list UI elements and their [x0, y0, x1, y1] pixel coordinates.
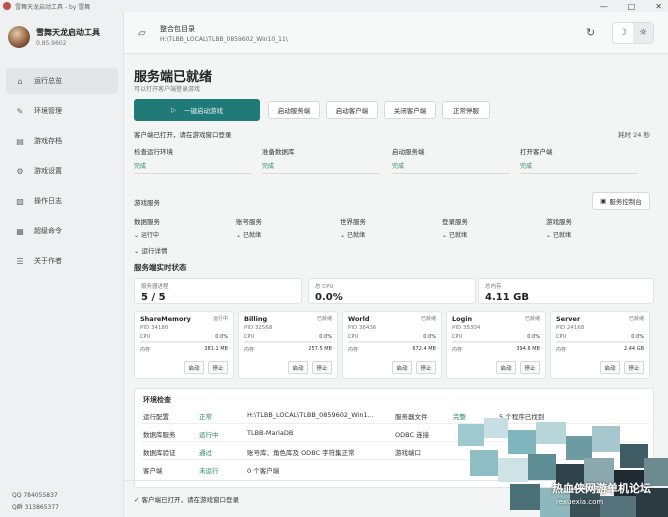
- sidebar-item-overview[interactable]: ⌂ 运行总览: [6, 68, 118, 94]
- menu-icon: ☰: [16, 256, 24, 266]
- status-title: 服务端已就绪: [134, 70, 213, 85]
- sidebar-item-saves[interactable]: ▤ 游戏存档: [6, 128, 118, 154]
- start-process-button[interactable]: 启动: [600, 361, 620, 374]
- console-icon: ▣: [600, 197, 607, 205]
- process-card-sharememory: ShareMemory 运行中 PID 34180 CPU 0.0% 内存 381.1…: [134, 311, 234, 379]
- close-button[interactable]: ✕: [655, 2, 662, 11]
- qq-group: Q群 313865377: [12, 504, 59, 511]
- sidebar-item-commands[interactable]: ▦ 超级命令: [6, 218, 118, 244]
- close-client-button[interactable]: 关闭客户端: [384, 101, 436, 119]
- service-item: 账号服务 ⌄ 已就绪: [236, 218, 262, 239]
- start-process-button[interactable]: 启动: [392, 361, 412, 374]
- check-item: 检查运行环境 完成: [134, 146, 252, 174]
- start-process-button[interactable]: 启动: [496, 361, 516, 374]
- status-subtitle: 可以打开客户端登录游戏: [134, 86, 201, 93]
- stop-process-button[interactable]: 停止: [312, 361, 332, 374]
- sidebar-item-about[interactable]: ☰ 关于作者: [6, 248, 118, 274]
- sun-icon[interactable]: ☼: [633, 23, 653, 43]
- stop-process-button[interactable]: 停止: [416, 361, 436, 374]
- window-title: 雪舞天龙启动工具 - by 雪舞: [15, 3, 91, 11]
- run-details-toggle[interactable]: ⌄ 运行详情: [134, 245, 168, 255]
- progress-message: 客户端已打开，请在游戏窗口登录: [134, 131, 232, 139]
- top-bar: ▱ 整合包目录 H:\TLBB_LOCAL\TLBB_0859602_Win10…: [124, 12, 668, 54]
- contact-info: QQ 784055837 Q群 313865377: [12, 490, 59, 514]
- refresh-icon[interactable]: ↻: [586, 26, 595, 39]
- stop-process-button[interactable]: 停止: [208, 361, 228, 374]
- sidebar-nav: ⌂ 运行总览 ✎ 环境管理 ▤ 游戏存档 ⚙ 游戏设置 ▧ 操作日志 ▦ 超级命令 ☰ 关于作…: [6, 68, 118, 278]
- sidebar-item-settings[interactable]: ⚙ 游戏设置: [6, 158, 118, 184]
- theme-toggle: ☽ ☼: [612, 22, 654, 44]
- stat-memory: 总内存 4.11 GB: [478, 278, 654, 304]
- start-server-button[interactable]: 启动服务端: [268, 101, 320, 119]
- watermark-text: 热血侠网游单机论坛: [552, 482, 651, 495]
- app-version: 0.85.9602: [36, 40, 67, 47]
- wrench-icon: ✎: [16, 106, 24, 116]
- start-process-button[interactable]: 启动: [184, 361, 204, 374]
- services-header: 游戏服务: [134, 199, 160, 207]
- log-icon: ▧: [16, 196, 24, 206]
- one-click-start-button[interactable]: ▷ 一键启动游戏: [134, 99, 260, 121]
- service-item: 世界服务 ⌄ 已就绪: [340, 218, 366, 239]
- sidebar: 雪舞天龙启动工具 0.85.9602 ⌂ 运行总览 ✎ 环境管理 ▤ 游戏存档 ⚙ 游戏…: [0, 12, 124, 517]
- app-icon: [3, 2, 11, 10]
- startup-checks: 检查运行环境 完成 准备数据库 完成 启动服务端 完成 打开客户端 完成: [134, 146, 654, 176]
- stop-process-button[interactable]: 停止: [520, 361, 540, 374]
- sidebar-item-logs[interactable]: ▧ 操作日志: [6, 188, 118, 214]
- command-icon: ▦: [16, 226, 24, 236]
- process-card-world: World 已就绪 PID 36436 CPU 0.0% 内存 672.4 MB 启动…: [342, 311, 442, 379]
- moon-icon[interactable]: ☽: [613, 23, 633, 43]
- qq-number: QQ 784055837: [12, 492, 58, 499]
- gear-icon: ⚙: [16, 166, 24, 176]
- service-console-button[interactable]: ▣ 服务控制台: [592, 192, 650, 210]
- folder-icon[interactable]: ▱: [138, 28, 146, 39]
- minimize-button[interactable]: —: [600, 2, 608, 11]
- start-process-button[interactable]: 启动: [288, 361, 308, 374]
- realtime-status-title: 服务端实时状态: [134, 263, 187, 272]
- shutdown-button[interactable]: 正常停服: [442, 101, 490, 119]
- stat-processes: 服务器进程 5 / 5: [134, 278, 302, 304]
- mosaic-watermark: [440, 418, 668, 517]
- play-icon: ▷: [171, 106, 176, 114]
- stop-process-button[interactable]: 停止: [624, 361, 644, 374]
- sidebar-item-environment[interactable]: ✎ 环境管理: [6, 98, 118, 124]
- watermark-url: rexuexia.com: [556, 498, 604, 506]
- check-item: 打开客户端 完成: [520, 146, 638, 174]
- start-client-button[interactable]: 启动客户端: [326, 101, 378, 119]
- process-card-login: Login 已就绪 PID 35304 CPU 0.0% 内存 394.6 MB 启动…: [446, 311, 546, 379]
- app-name: 雪舞天龙启动工具: [36, 28, 100, 37]
- env-title: 环境检查: [143, 396, 171, 404]
- process-card-server: Server 已就绪 PID 24168 CPU 0.0% 内存 2.44 GB 启动…: [550, 311, 650, 379]
- home-icon: ⌂: [17, 76, 23, 86]
- check-item: 准备数据库 完成: [262, 146, 380, 174]
- brand: 雪舞天龙启动工具 0.85.9602: [8, 26, 100, 48]
- service-item: 游戏服务 ⌄ 已就绪: [546, 218, 572, 239]
- footer-status: ✓ 客户端已打开，请在游戏窗口登录: [134, 496, 240, 504]
- package-dir-label: 整合包目录: [160, 25, 195, 33]
- maximize-button[interactable]: □: [628, 2, 636, 11]
- save-icon: ▤: [16, 136, 24, 146]
- elapsed-time: 耗时 24 秒: [618, 131, 650, 139]
- service-item: 数据服务 ⌄ 运行中: [134, 218, 160, 239]
- avatar: [8, 26, 30, 48]
- service-item: 登录服务 ⌄ 已就绪: [442, 218, 468, 239]
- package-dir-path: H:\TLBB_LOCAL\TLBB_0859602_Win10_11\: [160, 36, 288, 43]
- process-card-billing: Billing 已就绪 PID 32568 CPU 0.0% 内存 257.5 MB …: [238, 311, 338, 379]
- title-bar: 雪舞天龙启动工具 - by 雪舞 — □ ✕: [0, 0, 668, 12]
- check-item: 启动服务端 完成: [392, 146, 510, 174]
- stat-cpu: 总 CPU 0.0%: [308, 278, 476, 304]
